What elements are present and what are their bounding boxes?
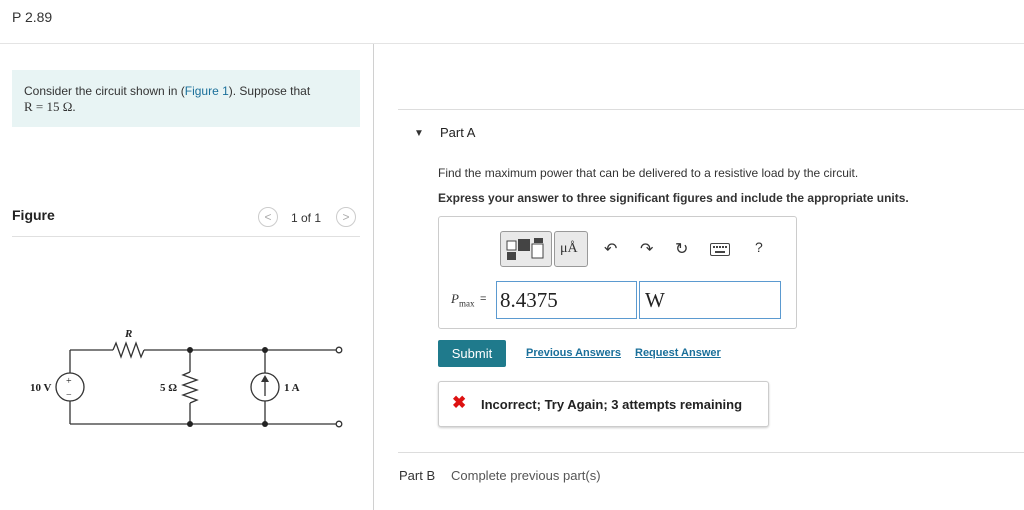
keyboard-icon[interactable] xyxy=(710,243,730,261)
part-a-divider xyxy=(398,109,1024,110)
reset-icon[interactable]: ↻ xyxy=(675,239,688,259)
figure-counter: 1 of 1 xyxy=(291,211,322,225)
value-input[interactable]: 8.4375 xyxy=(496,281,637,319)
node-top-2 xyxy=(262,347,268,353)
templates-button[interactable] xyxy=(500,231,552,267)
figure-heading: Figure xyxy=(12,207,55,223)
equals-sign: = xyxy=(480,293,487,305)
error-x-icon: ✖ xyxy=(452,393,467,412)
node-bottom-1 xyxy=(187,421,193,427)
prev-figure-button[interactable]: < xyxy=(258,207,278,227)
problem-intro: Consider the circuit shown in (Figure 1)… xyxy=(12,70,360,127)
undo-icon[interactable]: ↶ xyxy=(604,239,617,259)
shunt-resistor-label: 5 Ω xyxy=(160,382,177,394)
header-divider xyxy=(0,43,1024,44)
resistor-5ohm xyxy=(181,371,199,404)
answer-editor: μÅ ↶ ↷ ↻ ? Pmax = 8.4375 W xyxy=(438,216,797,329)
feedback-message: ✖ Incorrect; Try Again; 3 attempts remai… xyxy=(438,381,769,427)
intro-prefix: Consider the circuit shown in ( xyxy=(24,84,185,98)
terminal-a xyxy=(335,346,343,354)
figure-pager: < 1 of 1 > xyxy=(258,207,360,229)
intro-suffix: ). Suppose that xyxy=(228,84,311,98)
terminal-b xyxy=(335,420,343,428)
request-answer-link[interactable]: Request Answer xyxy=(635,347,721,359)
figure-divider xyxy=(12,236,360,237)
node-bottom-2 xyxy=(262,421,268,427)
figure-link[interactable]: Figure 1 xyxy=(185,84,229,98)
source-voltage-label: 10 V xyxy=(30,382,52,394)
part-b-status: Complete previous part(s) xyxy=(451,468,601,483)
variable-symbol: P xyxy=(451,291,459,306)
previous-answers-link[interactable]: Previous Answers xyxy=(526,347,621,359)
instruction-text: Express your answer to three significant… xyxy=(438,191,909,205)
next-figure-button[interactable]: > xyxy=(336,207,356,227)
resistor-r-label: R xyxy=(124,328,132,340)
current-arrow-head xyxy=(261,375,269,382)
collapse-caret-icon[interactable]: ▼ xyxy=(414,128,424,139)
help-icon[interactable]: ? xyxy=(755,239,763,255)
problem-title: P 2.89 xyxy=(12,9,53,25)
part-b-divider xyxy=(398,452,1024,453)
part-a-title[interactable]: Part A xyxy=(440,125,475,140)
current-source-label: 1 A xyxy=(284,382,300,394)
column-divider xyxy=(373,44,374,510)
source-minus-sign: − xyxy=(66,390,72,401)
node-top-1 xyxy=(187,347,193,353)
question-text: Find the maximum power that can be deliv… xyxy=(438,166,859,180)
variable-label: Pmax xyxy=(451,291,474,309)
resistance-value: R = 15 Ω. xyxy=(24,99,76,114)
templates-icon xyxy=(506,238,544,260)
variable-subscript: max xyxy=(458,298,475,309)
redo-icon[interactable]: ↷ xyxy=(640,239,653,259)
feedback-text: Incorrect; Try Again; 3 attempts remaini… xyxy=(481,397,743,412)
units-button[interactable]: μÅ xyxy=(554,231,588,267)
circuit-diagram: R 10 V + − 5 Ω 1 A xyxy=(30,328,343,428)
part-b-title[interactable]: Part B xyxy=(399,468,435,483)
unit-input[interactable]: W xyxy=(639,281,781,319)
resistor-r xyxy=(112,341,145,359)
submit-button[interactable]: Submit xyxy=(438,340,506,367)
units-icon: μÅ xyxy=(560,241,578,256)
source-plus-sign: + xyxy=(66,376,72,387)
